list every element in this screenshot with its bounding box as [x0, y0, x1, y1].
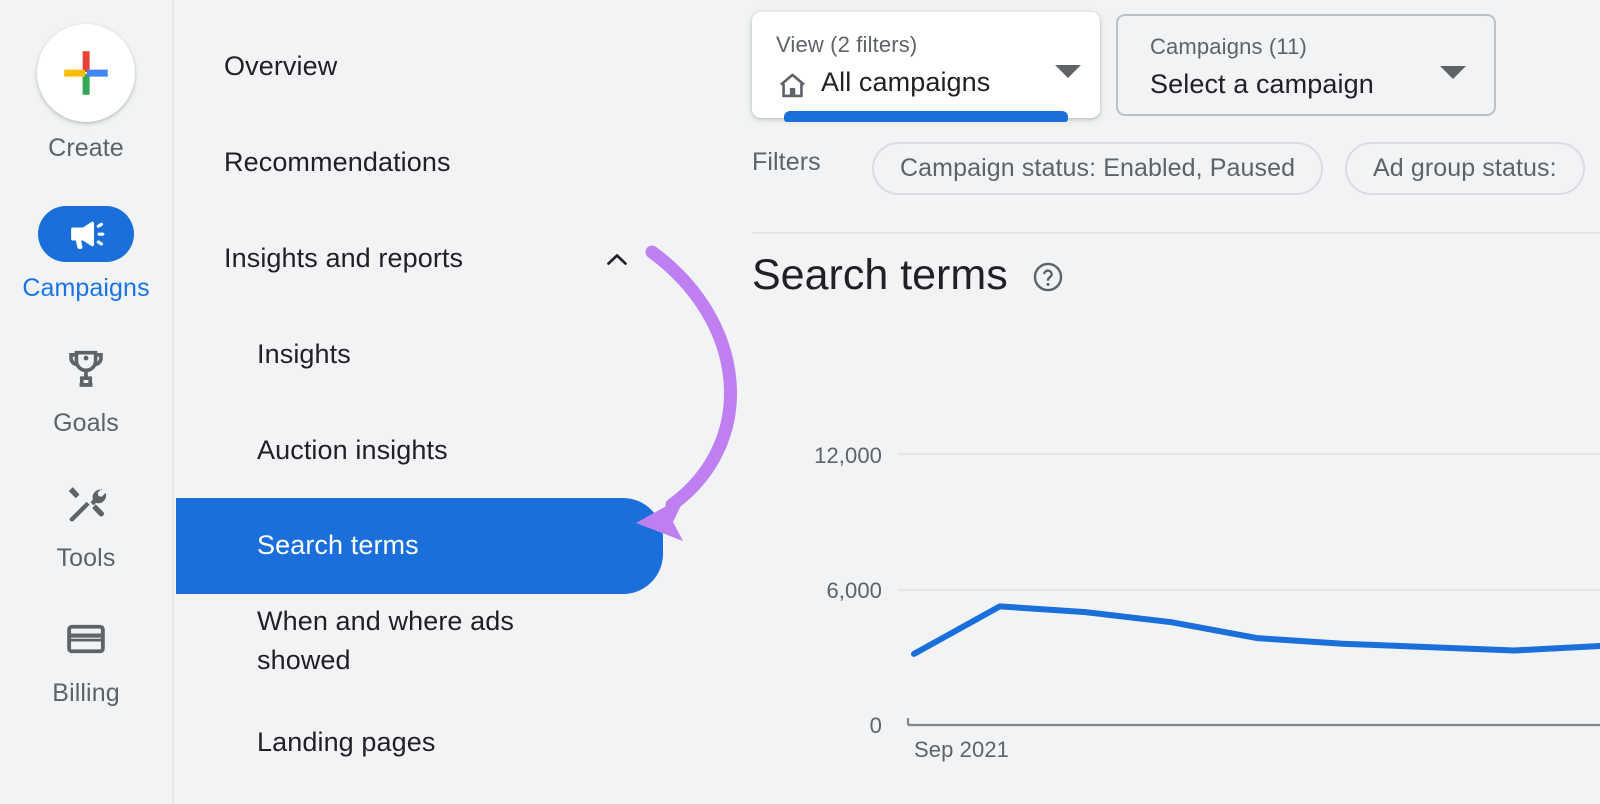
- view-selector-value: All campaigns: [821, 67, 990, 98]
- view-selector-active-underline: [784, 111, 1068, 122]
- nav-label-insights-and-reports: Insights and reports: [224, 239, 463, 278]
- rail-item-campaigns[interactable]: Campaigns: [0, 206, 173, 301]
- content-divider: [752, 232, 1600, 234]
- view-selector[interactable]: View (2 filters) All campaigns: [752, 12, 1100, 118]
- y-axis-tick-6000: 6,000: [752, 578, 882, 604]
- x-axis-tick-sep-2021: Sep 2021: [914, 737, 1009, 763]
- credit-card-icon: [63, 616, 109, 662]
- nav-item-insights-and-reports[interactable]: Insights and reports: [176, 238, 752, 280]
- home-icon: [776, 69, 809, 107]
- nav-item-auction-insights[interactable]: Auction insights: [176, 430, 752, 472]
- nav-item-when-and-where-ads-showed[interactable]: When and where ads showed: [176, 602, 752, 686]
- filter-chip-ad-group-status-label: Ad group status:: [1373, 154, 1557, 183]
- nav-label-insights: Insights: [257, 335, 351, 374]
- nav-label-overview: Overview: [224, 47, 337, 86]
- nav-label-landing-pages: Landing pages: [257, 723, 435, 762]
- page-title: Search terms: [752, 251, 1008, 300]
- filter-chip-campaign-status[interactable]: Campaign status: Enabled, Paused: [872, 142, 1323, 195]
- campaign-selector[interactable]: Campaigns (11) Select a campaign: [1116, 14, 1496, 116]
- primary-nav-rail: Create Campaigns: [0, 0, 174, 804]
- campaign-selector-caption: Campaigns (11): [1150, 34, 1307, 60]
- megaphone-icon: [65, 213, 107, 255]
- nav-item-search-terms[interactable]: Search terms: [176, 498, 663, 594]
- filter-chip-ad-group-status[interactable]: Ad group status:: [1345, 142, 1585, 195]
- y-axis-tick-0: 0: [752, 713, 882, 739]
- chevron-up-icon[interactable]: [600, 243, 634, 284]
- rail-label-tools: Tools: [57, 546, 116, 571]
- rail-label-create: Create: [48, 136, 124, 161]
- google-ads-screen: Create Campaigns: [0, 0, 1600, 804]
- secondary-nav: Overview Recommendations Insights and re…: [176, 0, 752, 804]
- chevron-down-icon[interactable]: [1440, 66, 1466, 79]
- nav-item-overview[interactable]: Overview: [176, 46, 752, 88]
- rail-item-goals[interactable]: Goals: [0, 341, 173, 436]
- rail-label-billing: Billing: [52, 681, 119, 706]
- rail-item-create[interactable]: Create: [0, 24, 173, 161]
- nav-item-insights[interactable]: Insights: [176, 334, 752, 376]
- help-circle-icon[interactable]: [1031, 260, 1065, 299]
- impressions-line-chart: 12,000 6,000 0 Sep 2021: [752, 400, 1600, 770]
- rail-label-goals: Goals: [53, 411, 119, 436]
- nav-label-search-terms: Search terms: [257, 526, 419, 565]
- nav-item-recommendations[interactable]: Recommendations: [176, 142, 752, 184]
- view-selector-caption: View (2 filters): [776, 32, 917, 58]
- trophy-icon: [63, 346, 109, 392]
- nav-label-when-and-where-ads-showed: When and where ads showed: [257, 602, 514, 681]
- y-axis-tick-12000: 12,000: [752, 443, 882, 469]
- nav-label-auction-insights: Auction insights: [257, 431, 448, 470]
- rail-label-campaigns: Campaigns: [22, 276, 149, 301]
- google-plus-create-icon: [57, 44, 115, 102]
- filters-label: Filters: [752, 148, 821, 177]
- rail-item-tools[interactable]: Tools: [0, 476, 173, 571]
- nav-item-landing-pages[interactable]: Landing pages: [176, 722, 752, 764]
- tools-icon: [63, 481, 109, 527]
- campaign-selector-value: Select a campaign: [1150, 69, 1374, 100]
- filter-chip-campaign-status-label: Campaign status: Enabled, Paused: [900, 154, 1295, 183]
- chevron-down-icon[interactable]: [1055, 65, 1081, 78]
- campaigns-pill[interactable]: [38, 206, 134, 262]
- nav-label-recommendations: Recommendations: [224, 143, 451, 182]
- series-impressions-line: [914, 606, 1600, 654]
- rail-item-billing[interactable]: Billing: [0, 611, 173, 706]
- create-button[interactable]: [37, 24, 135, 122]
